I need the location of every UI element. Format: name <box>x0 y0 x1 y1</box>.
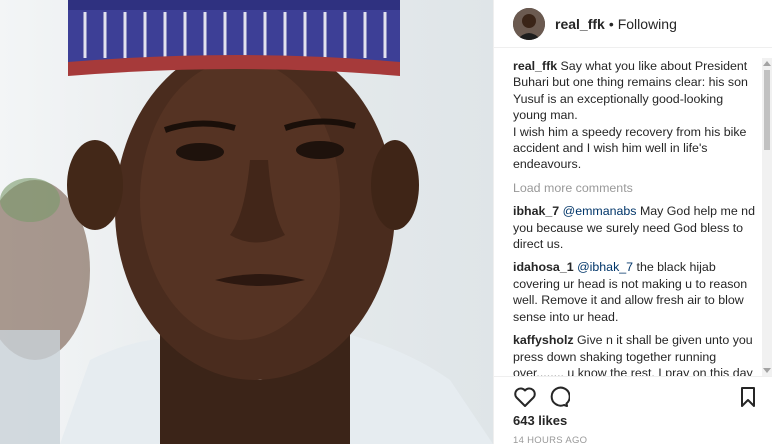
comments-list: real_ffk Say what you like about Preside… <box>494 58 766 376</box>
portrait-illustration <box>0 0 493 444</box>
comment-username[interactable]: kaffysholz <box>513 333 574 347</box>
post-header: real_ffk • Following <box>494 0 772 48</box>
caption-text-2: I wish him a speedy recovery from his bi… <box>513 124 747 172</box>
instagram-post-viewer: real_ffk • Following real_ffk Say what y… <box>0 0 772 446</box>
load-more-comments-link[interactable]: Load more comments <box>513 180 766 196</box>
post-side-panel: real_ffk • Following real_ffk Say what y… <box>493 0 772 446</box>
list-item: idahosa_1 @ibhak_7 the black hijab cover… <box>513 259 766 325</box>
bookmark-icon[interactable] <box>736 385 760 409</box>
avatar[interactable] <box>513 7 545 40</box>
separator-dot: • <box>608 15 614 32</box>
post-timestamp: 14 HOURS AGO <box>513 435 588 446</box>
heart-icon[interactable] <box>513 385 537 409</box>
caption-username[interactable]: real_ffk <box>513 59 557 73</box>
comments-scrollbar[interactable] <box>762 58 772 376</box>
post-actions: 643 likes 14 HOURS AGO <box>494 376 772 446</box>
likes-count[interactable]: 643 likes <box>513 413 567 428</box>
comment-icon[interactable] <box>546 385 571 409</box>
comment-mention[interactable]: @emmanabs <box>563 204 637 218</box>
scroll-down-icon[interactable] <box>763 368 771 373</box>
comment-username[interactable]: ibhak_7 <box>513 204 559 218</box>
following-button[interactable]: Following <box>618 16 677 32</box>
list-item: ibhak_7 @emmanabs May God help me nd you… <box>513 203 766 252</box>
comment-username[interactable]: idahosa_1 <box>513 260 574 274</box>
list-item: kaffysholz Give n it shall be given unto… <box>513 332 766 376</box>
scrollbar-thumb[interactable] <box>764 70 770 150</box>
scroll-up-icon[interactable] <box>763 61 771 66</box>
caption: real_ffk Say what you like about Preside… <box>513 58 766 173</box>
post-photo <box>0 0 493 444</box>
comment-mention[interactable]: @ibhak_7 <box>577 260 633 274</box>
post-username[interactable]: real_ffk <box>555 16 605 32</box>
